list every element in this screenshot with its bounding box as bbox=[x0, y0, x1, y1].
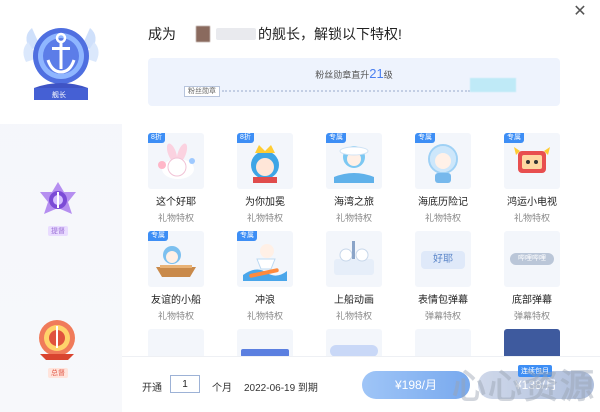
privilege-name: 冲浪 bbox=[255, 295, 275, 306]
privilege-name: 底部弹幕 bbox=[512, 295, 552, 306]
fan-medal-progress-track bbox=[222, 90, 470, 92]
privilege-thumb: 专属 bbox=[148, 231, 204, 287]
streamer-name-redacted bbox=[216, 28, 256, 40]
auto-renew-tag: 连续包月 bbox=[518, 365, 552, 377]
privilege-item[interactable]: 专属 海湾之旅 礼物特权 bbox=[326, 133, 382, 224]
expiry-date: 2022-06-19 到期 bbox=[244, 383, 318, 394]
streamer-avatar bbox=[196, 26, 210, 42]
close-icon: ✕ bbox=[573, 3, 587, 20]
privilege-category: 礼物特权 bbox=[335, 311, 372, 321]
privilege-category: 礼物特权 bbox=[157, 311, 194, 321]
months-input[interactable] bbox=[170, 375, 200, 393]
governor-badge-icon bbox=[39, 320, 75, 360]
privilege-name: 海湾之旅 bbox=[334, 197, 374, 208]
privilege-item[interactable]: 专属 友谊的小船 礼物特权 bbox=[148, 231, 204, 322]
privilege-item[interactable]: 8折 这个好耶 礼物特权 bbox=[148, 133, 204, 224]
privilege-category: 礼物特权 bbox=[335, 213, 372, 223]
privilege-item[interactable]: 哔哩哔哩 底部弹幕 弹幕特权 bbox=[504, 231, 560, 322]
privilege-category: 礼物特权 bbox=[246, 311, 283, 321]
privilege-category: 礼物特权 bbox=[157, 213, 194, 223]
fan-medal-panel: 粉丝勋章直升21级 粉丝勋章 bbox=[148, 58, 560, 106]
privilege-tag: 专属 bbox=[148, 231, 168, 241]
privilege-item[interactable]: 专属 冲浪 礼物特权 bbox=[237, 231, 293, 322]
privilege-tag: 专属 bbox=[326, 133, 346, 143]
privilege-item[interactable]: 上船动画 礼物特权 bbox=[326, 231, 382, 322]
privilege-name: 鸿运小电视 bbox=[507, 197, 557, 208]
admiral-badge-icon bbox=[40, 182, 76, 214]
fan-medal-level: 21 bbox=[369, 66, 384, 81]
fan-medal-title-suffix: 级 bbox=[383, 70, 393, 80]
privilege-tag: 专属 bbox=[237, 231, 257, 241]
bottom-danmaku-sample: 哔哩哔哩 bbox=[510, 253, 554, 265]
privilege-thumb: 专属 bbox=[415, 133, 471, 189]
purchase-bar: 开通 个月 2022-06-19 到期 ¥198/月 ¥138/月 连续包月 bbox=[122, 356, 600, 412]
privilege-thumb: 8折 bbox=[148, 133, 204, 189]
fan-medal-title-prefix: 粉丝勋章直升 bbox=[315, 70, 370, 80]
privilege-name: 友谊的小船 bbox=[151, 295, 201, 306]
rank-item-captain[interactable]: 舰长 bbox=[0, 0, 122, 124]
rank-label-admiral: 提督 bbox=[48, 226, 68, 236]
privilege-category: 弹幕特权 bbox=[513, 311, 550, 321]
close-button[interactable]: ✕ bbox=[572, 4, 588, 20]
buy-button[interactable]: ¥198/月 bbox=[362, 371, 470, 399]
privilege-tag: 专属 bbox=[415, 133, 435, 143]
rank-label-captain: 舰长 bbox=[52, 92, 66, 99]
privilege-tag: 专属 bbox=[504, 133, 524, 143]
privilege-item[interactable]: 专属 海底历险记 礼物特权 bbox=[415, 133, 471, 224]
privilege-thumb: 8折 bbox=[237, 133, 293, 189]
privilege-name: 上船动画 bbox=[334, 295, 374, 306]
open-label: 开通 bbox=[142, 383, 162, 394]
fan-medal-chip: 粉丝勋章 bbox=[184, 86, 220, 97]
privilege-category: 礼物特权 bbox=[246, 213, 283, 223]
month-unit-label: 个月 bbox=[212, 383, 232, 394]
emoji-danmaku-sample: 好耶 bbox=[421, 251, 465, 269]
privilege-name: 海底历险记 bbox=[418, 197, 468, 208]
boarding-animation-icon bbox=[334, 241, 374, 275]
privilege-name: 表情包弹幕 bbox=[418, 295, 468, 306]
title-suffix: 的舰长，解锁以下特权! bbox=[258, 26, 402, 42]
privilege-name: 这个好耶 bbox=[156, 197, 196, 208]
privilege-category: 礼物特权 bbox=[513, 213, 550, 223]
privilege-item[interactable]: 专属 鸿运小电视 礼物特权 bbox=[504, 133, 560, 224]
privilege-thumb: 哔哩哔哩 bbox=[504, 231, 560, 287]
fan-medal-redacted bbox=[470, 78, 516, 92]
rank-label-governor: 总督 bbox=[48, 368, 68, 378]
privilege-thumb: 专属 bbox=[237, 231, 293, 287]
privilege-thumb: 专属 bbox=[504, 133, 560, 189]
privilege-thumb: 专属 bbox=[326, 133, 382, 189]
privilege-category: 弹幕特权 bbox=[424, 311, 461, 321]
privilege-tag: 8折 bbox=[237, 133, 254, 143]
privilege-thumb bbox=[326, 231, 382, 287]
page-title: 成为 的舰长，解锁以下特权! bbox=[148, 24, 402, 44]
privilege-thumb: 好耶 bbox=[415, 231, 471, 287]
privilege-item[interactable]: 8折 为你加冕 礼物特权 bbox=[237, 133, 293, 224]
privilege-tag: 8折 bbox=[148, 133, 165, 143]
privilege-item[interactable]: 好耶 表情包弹幕 弹幕特权 bbox=[415, 231, 471, 322]
privilege-name: 为你加冕 bbox=[245, 197, 285, 208]
title-prefix: 成为 bbox=[148, 26, 176, 42]
privilege-category: 礼物特权 bbox=[424, 213, 461, 223]
